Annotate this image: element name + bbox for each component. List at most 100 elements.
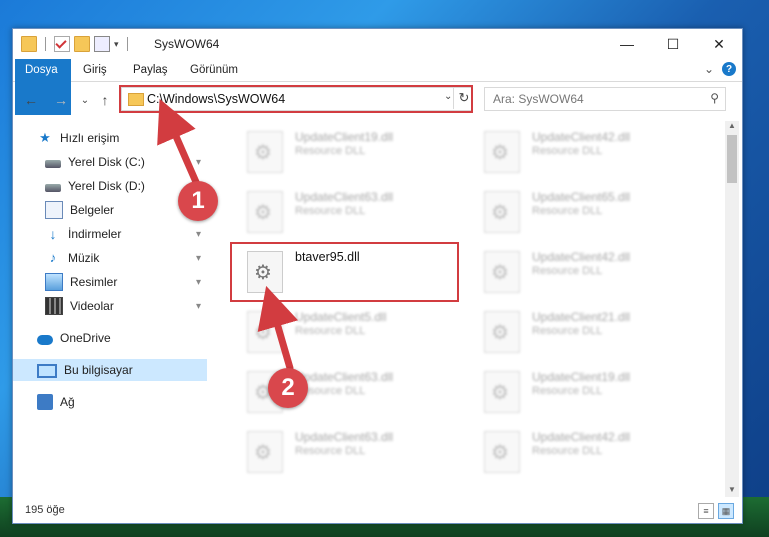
file-name: UpdateClient42.dll xyxy=(532,430,631,444)
maximize-button[interactable]: ☐ xyxy=(650,29,696,59)
star-icon: ★ xyxy=(39,130,51,145)
tab-home[interactable]: Giriş xyxy=(73,59,117,81)
dll-file-icon xyxy=(484,191,520,233)
list-item[interactable]: UpdateClient63.dll Resource DLL xyxy=(233,423,459,479)
tab-share[interactable]: Paylaş xyxy=(123,59,178,81)
scroll-down-icon[interactable]: ▼ xyxy=(725,485,739,497)
drive-icon xyxy=(45,160,61,168)
sidebar-item-quick-access[interactable]: ★ Hızlı erişim xyxy=(13,127,207,149)
help-icon[interactable]: ? xyxy=(722,62,736,76)
address-highlight-box xyxy=(119,85,473,113)
layout-icon[interactable] xyxy=(94,36,110,52)
pin-icon[interactable]: ▾ xyxy=(196,253,201,264)
sidebar-item-network[interactable]: Ağ xyxy=(13,391,207,413)
file-name: UpdateClient5.dll xyxy=(295,310,387,324)
details-view-icon[interactable]: ≡ xyxy=(698,503,714,519)
tiles-view-icon[interactable]: ▦ xyxy=(718,503,734,519)
window-title: SysWOW64 xyxy=(154,37,220,51)
file-description: Resource DLL xyxy=(532,265,603,277)
status-bar: 195 öğe ≡ ▦ xyxy=(13,501,742,521)
back-button[interactable]: ← xyxy=(21,90,41,110)
sidebar-item-label: OneDrive xyxy=(60,331,111,345)
list-item[interactable]: UpdateClient19.dll Resource DLL xyxy=(233,123,459,179)
file-name: UpdateClient63.dll xyxy=(295,430,394,444)
list-item[interactable]: UpdateClient63.dll Resource DLL xyxy=(233,363,459,419)
dll-file-icon xyxy=(247,311,283,353)
sidebar-item-videos[interactable]: Videolar ▾ xyxy=(13,295,207,317)
sidebar-item-onedrive[interactable]: OneDrive xyxy=(13,327,207,349)
scroll-thumb[interactable] xyxy=(727,135,737,183)
dll-file-icon xyxy=(484,431,520,473)
network-icon xyxy=(37,394,53,410)
dll-file-icon xyxy=(484,371,520,413)
list-item[interactable]: UpdateClient42.dll Resource DLL xyxy=(470,123,696,179)
file-name: UpdateClient65.dll xyxy=(532,190,631,204)
list-item[interactable]: UpdateClient5.dll Resource DLL xyxy=(233,303,459,359)
pin-icon[interactable]: ▾ xyxy=(196,301,201,312)
file-description: Resource DLL xyxy=(532,385,603,397)
view-switcher: ≡ ▦ xyxy=(698,503,734,519)
file-description: Resource DLL xyxy=(295,205,366,217)
list-item[interactable]: UpdateClient21.dll Resource DLL xyxy=(470,303,696,359)
step-marker-1: 1 xyxy=(178,181,218,221)
pin-icon[interactable]: ▾ xyxy=(196,229,201,240)
sidebar-item-this-pc[interactable]: Bu bilgisayar xyxy=(13,359,207,381)
customize-toolbar-icon[interactable]: ▾ xyxy=(114,39,119,50)
pictures-icon xyxy=(45,273,63,291)
file-name: UpdateClient42.dll xyxy=(532,250,631,264)
ribbon-tabs: Dosya Giriş Paylaş Görünüm ⌄ ? xyxy=(13,59,742,115)
file-description: Resource DLL xyxy=(532,205,603,217)
file-highlight-box xyxy=(230,242,459,302)
scroll-up-icon[interactable]: ▲ xyxy=(725,121,739,133)
search-icon[interactable]: ⚲ xyxy=(710,91,719,105)
recent-locations-button[interactable]: ⌄ xyxy=(75,90,95,110)
sidebar-item-label: Hızlı erişim xyxy=(60,131,120,145)
properties-check-icon[interactable] xyxy=(54,36,70,52)
new-folder-icon[interactable] xyxy=(74,36,90,52)
sidebar-item-label: Yerel Disk (C:) xyxy=(68,155,145,169)
quick-access-toolbar: ▾ xyxy=(21,36,132,52)
pin-icon[interactable]: ▾ xyxy=(196,157,201,168)
file-description: Resource DLL xyxy=(295,445,366,457)
file-name: UpdateClient21.dll xyxy=(532,310,631,324)
sidebar-item-label: Bu bilgisayar xyxy=(64,363,133,377)
file-description: Resource DLL xyxy=(532,325,603,337)
sidebar-item-music[interactable]: ♪ Müzik ▾ xyxy=(13,247,207,269)
folder-icon[interactable] xyxy=(21,36,37,52)
minimize-button[interactable]: — xyxy=(604,29,650,59)
cloud-icon xyxy=(37,334,53,345)
list-item[interactable]: UpdateClient63.dll Resource DLL xyxy=(233,183,459,239)
separator xyxy=(45,37,46,51)
sidebar-item-label: Müzik xyxy=(68,251,100,265)
forward-button[interactable]: → xyxy=(51,90,71,110)
sidebar-item-pictures[interactable]: Resimler ▾ xyxy=(13,271,207,293)
sidebar-item-label: Belgeler xyxy=(70,203,115,217)
sidebar-item-label: Resimler xyxy=(70,275,118,289)
drive-icon xyxy=(45,184,61,192)
tab-view[interactable]: Görünüm xyxy=(180,59,248,81)
dll-file-icon xyxy=(484,311,520,353)
pin-icon[interactable]: ▾ xyxy=(196,277,201,288)
up-button[interactable]: ↑ xyxy=(95,90,115,110)
close-button[interactable]: ✕ xyxy=(696,29,742,59)
file-list: UpdateClient19.dll Resource DLL UpdateCl… xyxy=(219,121,725,497)
file-description: Resource DLL xyxy=(532,445,603,457)
file-description: Resource DLL xyxy=(295,145,366,157)
search-placeholder[interactable]: Ara: SysWOW64 xyxy=(493,92,584,106)
search-box[interactable]: Ara: SysWOW64 ⚲ xyxy=(484,87,726,111)
list-item[interactable]: UpdateClient65.dll Resource DLL xyxy=(470,183,696,239)
download-icon: ↓ xyxy=(49,226,57,242)
videos-icon xyxy=(45,297,63,315)
vertical-scrollbar[interactable]: ▲ ▼ xyxy=(725,121,739,497)
sidebar-item-label: Videolar xyxy=(70,299,114,313)
navigation-pane: ★ Hızlı erişim Yerel Disk (C:) ▾ Yerel D… xyxy=(13,121,207,501)
expand-ribbon-icon[interactable]: ⌄ xyxy=(704,62,714,76)
list-item[interactable]: UpdateClient42.dll Resource DLL xyxy=(470,423,696,479)
sidebar-item-local-disk-c[interactable]: Yerel Disk (C:) ▾ xyxy=(13,151,207,173)
sidebar-item-label: Yerel Disk (D:) xyxy=(68,179,145,193)
list-item[interactable]: UpdateClient19.dll Resource DLL xyxy=(470,363,696,419)
file-name: UpdateClient19.dll xyxy=(532,370,631,384)
list-item[interactable]: UpdateClient42.dll Resource DLL xyxy=(470,243,696,299)
sidebar-item-local-disk-d[interactable]: Yerel Disk (D:) xyxy=(13,175,207,197)
sidebar-item-downloads[interactable]: ↓ İndirmeler ▾ xyxy=(13,223,207,245)
